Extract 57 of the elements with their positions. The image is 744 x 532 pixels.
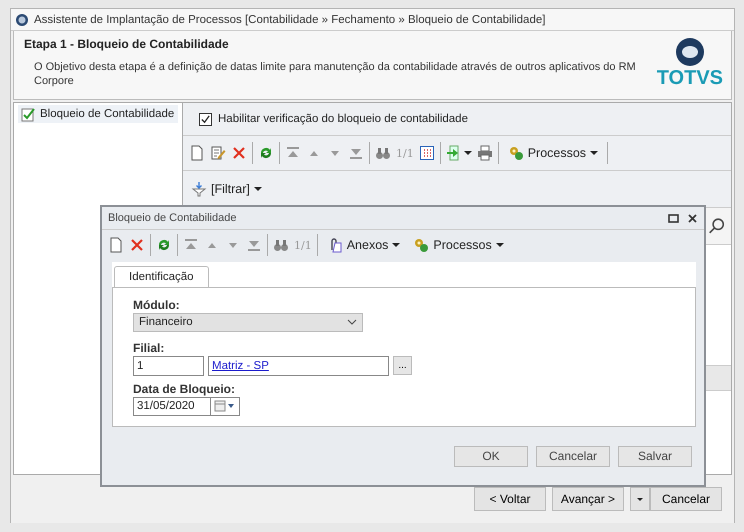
processes-menu-button[interactable]: Processos [409,235,508,255]
maximize-icon[interactable] [668,212,679,224]
field-label: Filial: [133,340,166,355]
search-icon [708,216,725,236]
close-icon[interactable] [687,212,698,224]
dropdown-button[interactable] [630,487,650,511]
binoculars-icon[interactable] [375,145,391,161]
branch-name-field[interactable]: Matriz - SP [208,356,389,376]
tab[interactable]: Identificação [114,266,209,287]
checkbox-label: Habilitar verificação do bloqueio de contabilidade [218,113,468,125]
filter-button[interactable]: [Filtrar] [187,179,266,199]
new-document-icon[interactable] [108,237,124,253]
caret-icon [496,241,504,249]
wizard-button[interactable]: Avançar > [552,487,624,511]
delete-icon[interactable] [129,237,145,253]
calendar-icon[interactable] [214,400,236,412]
grid-icon[interactable] [418,145,435,161]
dialog-button[interactable]: OK [454,446,528,466]
module-dropdown[interactable]: Financeiro [133,313,363,332]
chevron-down-icon [347,319,357,326]
browse-button[interactable]: ... [393,356,412,376]
branch-link[interactable]: Matriz - SP [212,360,269,372]
export-button[interactable] [446,145,472,161]
caret-icon [254,185,262,193]
delete-icon[interactable] [231,145,247,161]
wizard-button[interactable]: < Voltar [474,487,546,511]
tree-item[interactable]: Bloqueio de Contabilidade [18,105,178,123]
window-title: Assistente de Implantação de Processos [Contabilidade » Fechamento » Bloqueio de Contabilidade] [34,14,546,26]
field-label: Data de Bloqueio: [133,382,236,396]
binoculars-icon[interactable] [273,237,289,253]
funnel-icon [191,181,207,197]
logo-text: TOTVS [656,67,723,89]
checklist-icon [20,106,36,122]
record-counter: 1/1 [396,146,414,160]
app-icon [15,12,29,26]
caret-icon [392,241,400,249]
new-document-icon[interactable] [189,145,205,161]
dialog-title: Bloqueio de Contabilidade [108,212,236,224]
dialog-button[interactable]: Salvar [618,446,692,466]
refresh-icon[interactable] [156,237,172,253]
printer-icon[interactable] [476,145,493,161]
caret-icon [590,149,598,157]
branch-code-field[interactable]: 1 [133,356,204,376]
field-label: Módulo: [133,298,181,312]
attachments-menu-button[interactable]: Anexos [322,235,404,255]
step-description: O Objetivo desta etapa é a definição de datas limite para manutenção da contabilidade através de outros aplicativos do RM Corpore [34,60,637,88]
caret-icon [464,149,472,157]
logo-icon [674,37,705,67]
dialog-button[interactable]: Cancelar [536,446,610,466]
checkbox[interactable] [199,112,212,126]
edit-icon[interactable] [210,145,226,161]
refresh-icon[interactable] [258,145,274,161]
wizard-button[interactable]: Cancelar [650,487,722,511]
record-counter: 1/1 [294,238,312,252]
processes-menu-button[interactable]: Processos [504,143,602,163]
step-title: Etapa 1 - Bloqueio de Contabilidade [24,37,230,51]
date-field[interactable]: 31/05/2020 [133,396,240,416]
